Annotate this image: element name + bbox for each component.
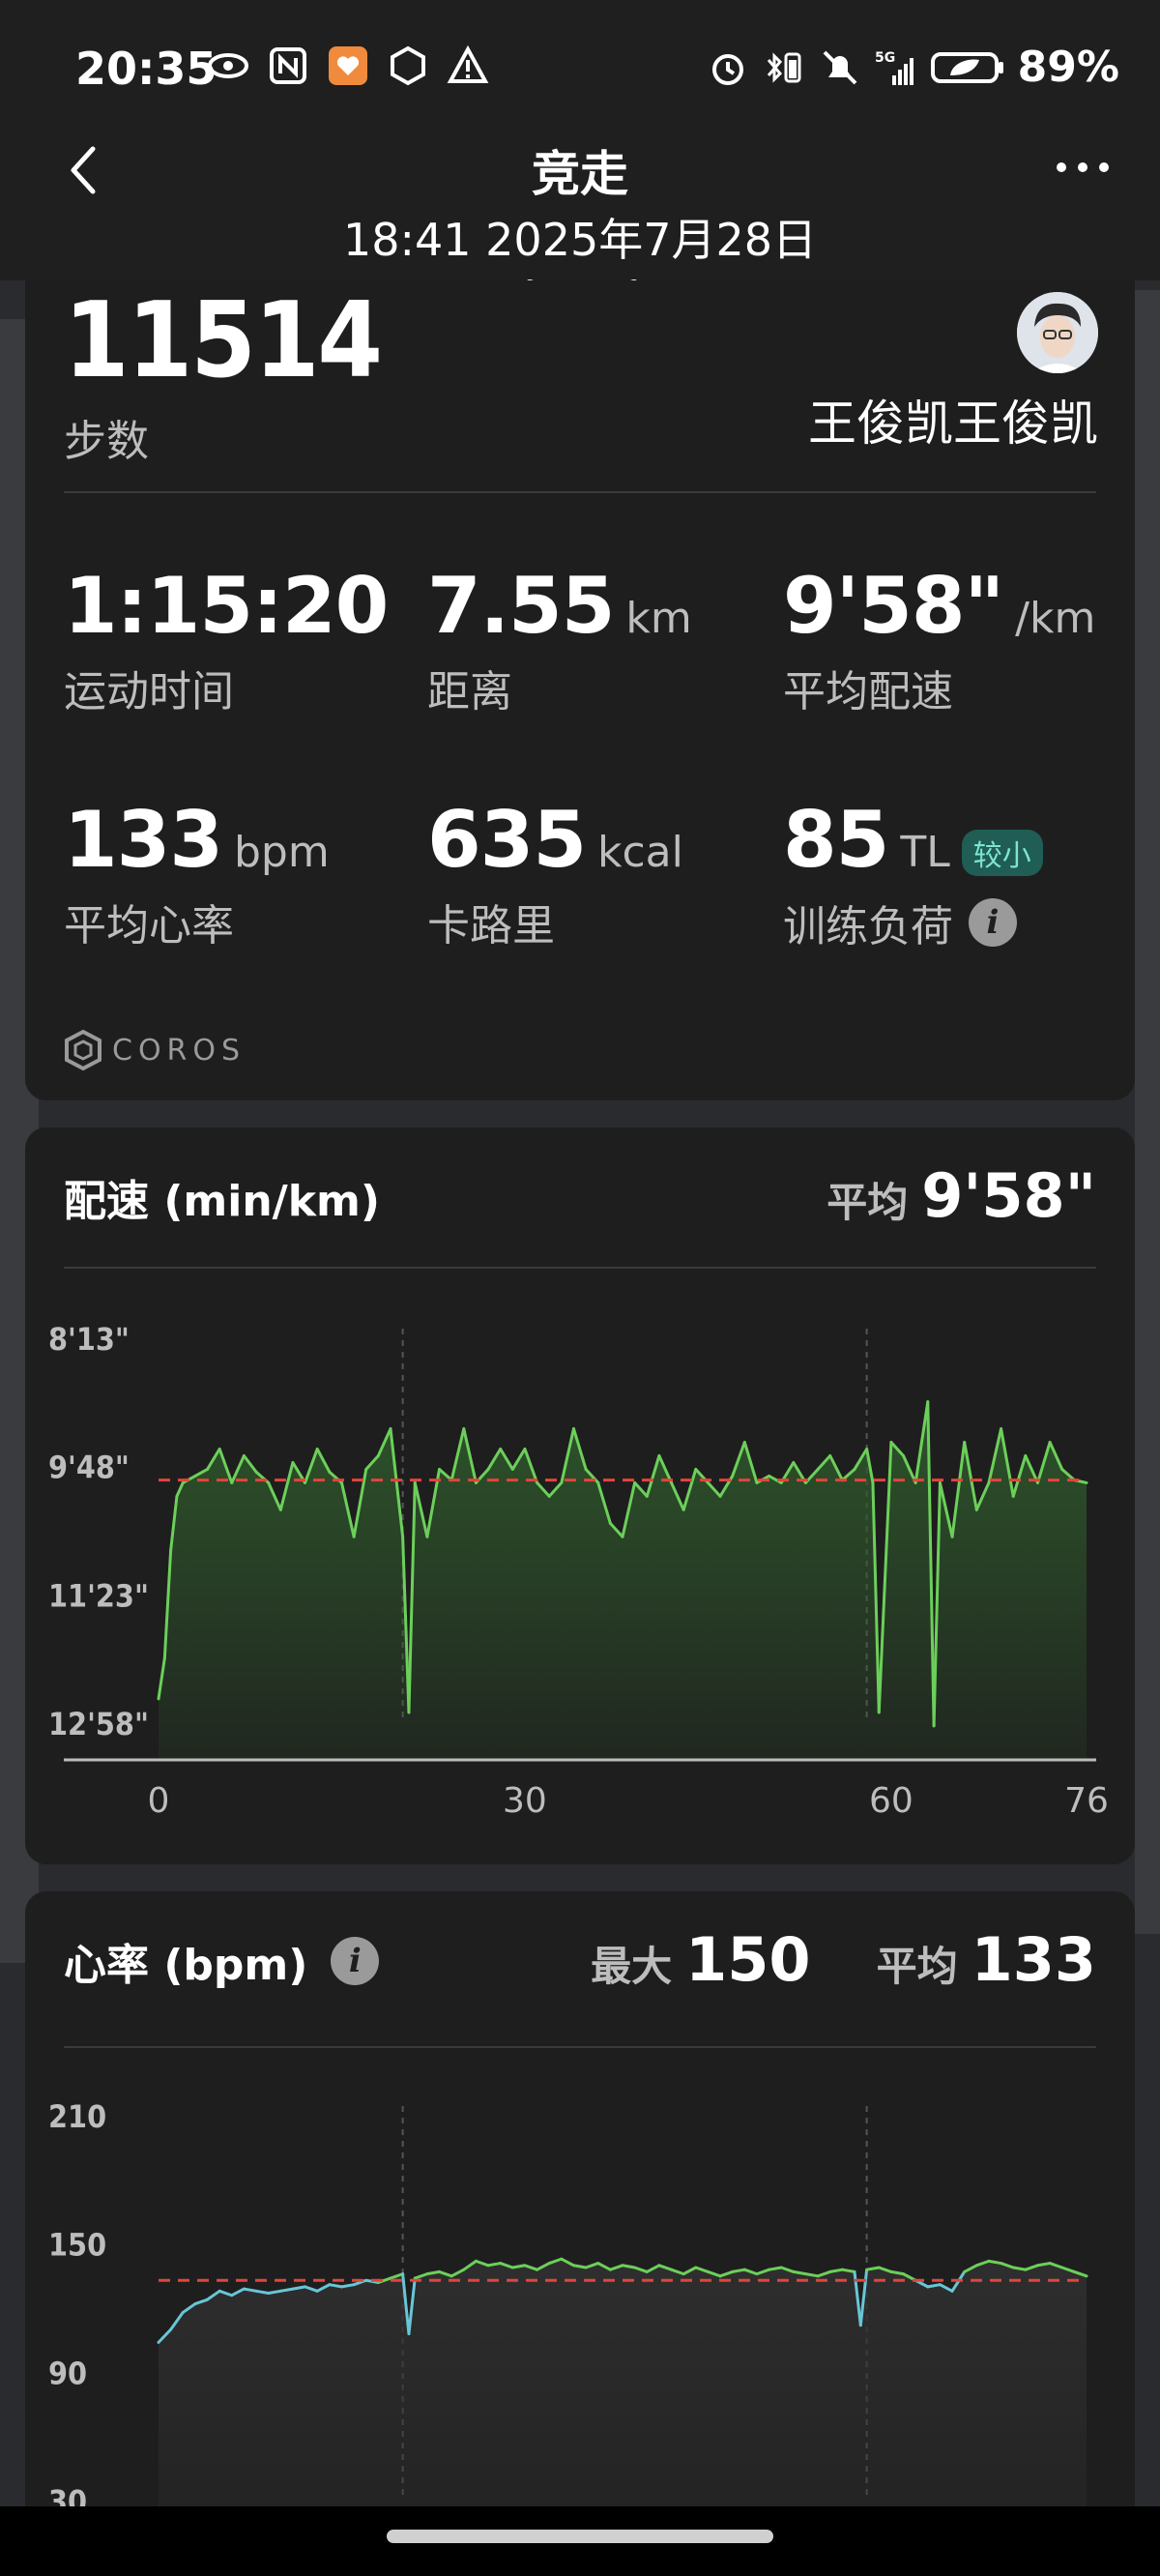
page-title: 竞走: [532, 146, 628, 202]
metric-unit: km: [625, 594, 692, 643]
divider: [64, 491, 1096, 493]
bluetooth-battery-icon: [763, 46, 805, 89]
status-bar: 20:35 5G 89%: [0, 0, 1160, 135]
steps-value: 11514: [64, 280, 383, 401]
x-tick-label: 0: [148, 1781, 170, 1821]
metric-unit: /km: [1015, 594, 1096, 643]
y-tick-label: 12'58": [48, 1706, 149, 1742]
metric-value: 1:15:20: [64, 561, 389, 651]
header: 竞走 18:41 2025年7月28日: [0, 135, 1160, 299]
y-tick-label: 150: [48, 2227, 106, 2264]
y-tick-label: 8'13": [48, 1321, 130, 1358]
status-right-icons: 5G 89%: [707, 43, 1119, 92]
y-tick-label: 9'48": [48, 1449, 130, 1486]
metric-value: 635: [427, 795, 587, 885]
brand-name: COROS: [112, 1033, 246, 1068]
home-indicator-bar: [0, 2506, 1160, 2576]
health-app-icon: [327, 44, 369, 87]
metric-label: 运动时间: [64, 667, 234, 717]
eye-icon: [207, 44, 249, 87]
heart-rate-card: 心率 (bpm) i 最大 150 平均 133 210 150 90 30: [25, 1891, 1135, 2568]
battery-icon: [930, 46, 1004, 89]
metric-value: 133: [64, 795, 223, 885]
x-tick-label: 76: [1064, 1781, 1109, 1821]
metric-avg-pace: 9'58"/km 平均配速: [783, 561, 1095, 718]
alarm-icon: [707, 46, 749, 89]
more-options-icon[interactable]: [1054, 153, 1112, 182]
metric-value: 85: [783, 795, 889, 885]
warning-icon: [447, 44, 489, 87]
metric-duration: 1:15:20 运动时间: [64, 561, 389, 718]
home-indicator[interactable]: [387, 2530, 773, 2543]
y-tick-label: 11'23": [48, 1577, 149, 1614]
y-tick-label: 210: [48, 2098, 106, 2135]
training-load-tag: 较小: [961, 829, 1043, 876]
metric-unit: bpm: [234, 828, 330, 877]
activity-datetime: 18:41 2025年7月28日: [342, 214, 818, 266]
signal-5g-icon: 5G: [875, 46, 917, 89]
svg-text:5G: 5G: [875, 50, 895, 66]
coros-logo: COROS: [62, 1029, 246, 1071]
mute-bell-icon: [819, 46, 861, 89]
map-road: [1135, 290, 1160, 1934]
status-left-icons: [207, 44, 489, 87]
avatar[interactable]: [1017, 292, 1098, 373]
summary-card: 11514 步数 王俊凯王俊凯 1:15:20 运动时间 7.55 km 距离 9…: [25, 280, 1135, 1100]
metric-calories: 635 kcal 卡路里: [427, 795, 683, 952]
metric-training-load: 85 TL 较小 训练负荷 i: [783, 795, 1043, 953]
x-tick-label: 30: [503, 1781, 547, 1821]
battery-percent: 89%: [1017, 43, 1119, 92]
coros-hex-icon: [387, 44, 429, 87]
metric-unit: TL: [900, 828, 950, 877]
status-time: 20:35: [75, 43, 218, 95]
pace-chart: 8'13" 9'48" 11'23" 12'58" 0 30 60 76: [48, 1321, 1109, 1821]
user-name: 王俊凯王俊凯: [808, 395, 1098, 452]
metric-value: 7.55: [427, 561, 615, 651]
metric-value: 9'58": [783, 561, 1004, 651]
pace-card: 配速 (min/km) 平均 9'58" 8'13" 9'48" 11'23" 12'…: [25, 1127, 1135, 1864]
x-tick-label: 60: [869, 1781, 914, 1821]
metric-distance: 7.55 km 距离: [427, 561, 692, 718]
steps-label: 步数: [64, 417, 149, 466]
metric-label: 训练负荷: [783, 901, 953, 951]
metric-label: 距离: [427, 667, 512, 717]
coros-hex-icon: [65, 1029, 102, 1071]
metric-label: 平均心率: [64, 901, 234, 951]
heart-rate-chart: 2101509030: [48, 2098, 1088, 2568]
info-icon[interactable]: i: [969, 897, 1017, 947]
y-tick-label: 90: [48, 2355, 87, 2391]
series-area: [159, 1401, 1087, 1760]
nfc-icon: [267, 44, 309, 87]
metric-label: 卡路里: [427, 901, 555, 951]
metric-label: 平均配速: [783, 667, 953, 717]
metric-unit: kcal: [597, 828, 683, 877]
metric-avg-hr: 133 bpm 平均心率: [64, 795, 330, 952]
